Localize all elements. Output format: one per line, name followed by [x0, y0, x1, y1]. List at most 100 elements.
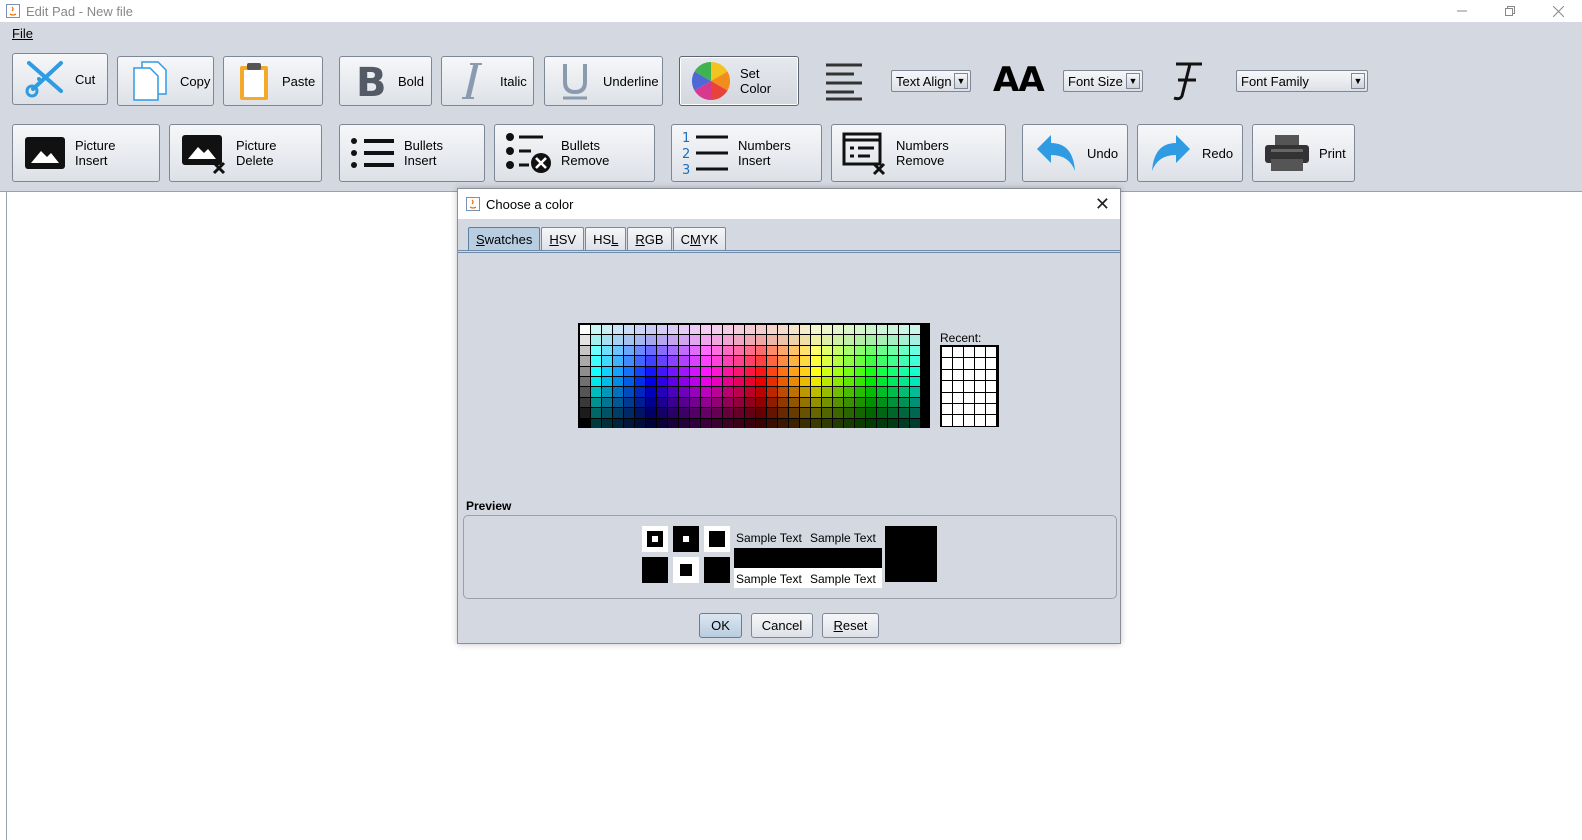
swatch-cell[interactable] [899, 335, 909, 345]
swatch-cell[interactable] [789, 418, 799, 428]
swatch-cell[interactable] [844, 397, 854, 408]
swatch-cell[interactable] [888, 356, 898, 366]
swatch-cell[interactable] [613, 418, 623, 428]
swatch-cell[interactable] [613, 335, 623, 345]
swatch-cell[interactable] [789, 345, 799, 356]
swatch-cell[interactable] [756, 325, 766, 335]
swatch-cell[interactable] [767, 418, 777, 428]
swatch-cell[interactable] [646, 376, 656, 387]
swatch-cell[interactable] [668, 376, 678, 387]
swatch-cell[interactable] [833, 325, 843, 335]
swatch-cell[interactable] [723, 345, 733, 356]
swatch-cell[interactable] [745, 418, 755, 428]
swatch-cell[interactable] [745, 345, 755, 356]
swatch-cell[interactable] [679, 335, 689, 345]
swatch-cell[interactable] [767, 356, 777, 366]
font-family-combo[interactable]: Font Family ▼ [1236, 70, 1368, 92]
swatch-cell[interactable] [668, 366, 678, 376]
swatch-cell[interactable] [723, 408, 733, 418]
swatch-cell[interactable] [910, 376, 920, 387]
tab-rgb[interactable]: R GB [627, 227, 672, 250]
swatch-palette[interactable] [578, 323, 930, 428]
swatch-cell[interactable] [800, 345, 810, 356]
swatch-cell[interactable] [800, 418, 810, 428]
swatch-cell[interactable] [657, 408, 667, 418]
swatch-cell[interactable] [690, 356, 700, 366]
swatch-cell[interactable] [712, 345, 722, 356]
recent-swatch-cell[interactable] [953, 392, 963, 403]
swatch-cell[interactable] [635, 418, 645, 428]
swatch-cell[interactable] [877, 376, 887, 387]
swatch-cell[interactable] [624, 408, 634, 418]
recent-swatch-cell[interactable] [942, 347, 952, 358]
swatch-cell[interactable] [800, 387, 810, 397]
swatch-cell[interactable] [822, 335, 832, 345]
swatch-cell[interactable] [580, 387, 590, 397]
swatch-cell[interactable] [679, 376, 689, 387]
swatch-cell[interactable] [690, 418, 700, 428]
bullets-insert-button[interactable]: Bullets Insert [339, 124, 485, 182]
swatch-cell[interactable] [701, 376, 711, 387]
swatch-cell[interactable] [866, 387, 876, 397]
recent-swatch-cell[interactable] [942, 358, 952, 369]
swatch-cell[interactable] [723, 418, 733, 428]
swatch-cell[interactable] [734, 366, 744, 376]
swatch-cell[interactable] [690, 387, 700, 397]
paste-button[interactable]: Paste [223, 56, 323, 106]
swatch-cell[interactable] [800, 325, 810, 335]
swatch-cell[interactable] [745, 387, 755, 397]
swatch-cell[interactable] [899, 376, 909, 387]
swatch-cell[interactable] [789, 356, 799, 366]
swatch-cell[interactable] [844, 325, 854, 335]
swatch-cell[interactable] [723, 397, 733, 408]
swatch-cell[interactable] [811, 376, 821, 387]
swatch-cell[interactable] [767, 387, 777, 397]
swatch-cell[interactable] [800, 397, 810, 408]
swatch-cell[interactable] [866, 376, 876, 387]
swatch-cell[interactable] [602, 356, 612, 366]
swatch-cell[interactable] [910, 418, 920, 428]
set-color-button[interactable]: Set Color [679, 56, 799, 106]
swatch-cell[interactable] [668, 408, 678, 418]
swatch-cell[interactable] [624, 376, 634, 387]
recent-swatch-cell[interactable] [964, 369, 974, 381]
swatch-cell[interactable] [866, 408, 876, 418]
swatch-cell[interactable] [591, 356, 601, 366]
swatch-cell[interactable] [734, 387, 744, 397]
swatch-cell[interactable] [580, 408, 590, 418]
swatch-cell[interactable] [789, 366, 799, 376]
swatch-cell[interactable] [811, 325, 821, 335]
swatch-cell[interactable] [756, 408, 766, 418]
swatch-cell[interactable] [789, 397, 799, 408]
swatch-cell[interactable] [646, 397, 656, 408]
recent-swatch-cell[interactable] [975, 358, 985, 369]
numbers-remove-button[interactable]: Numbers Remove [831, 124, 1006, 182]
recent-swatch-cell[interactable] [942, 381, 952, 392]
swatch-cell[interactable] [833, 408, 843, 418]
swatch-cell[interactable] [822, 376, 832, 387]
recent-swatch-cell[interactable] [953, 369, 963, 381]
undo-button[interactable]: Undo [1022, 124, 1128, 182]
swatch-cell[interactable] [910, 366, 920, 376]
copy-button[interactable]: Copy [117, 56, 214, 106]
recent-swatch-cell[interactable] [953, 415, 963, 426]
swatch-cell[interactable] [833, 397, 843, 408]
swatch-cell[interactable] [591, 325, 601, 335]
swatch-cell[interactable] [877, 387, 887, 397]
swatch-cell[interactable] [591, 376, 601, 387]
swatch-cell[interactable] [679, 397, 689, 408]
swatch-cell[interactable] [910, 356, 920, 366]
swatch-cell[interactable] [877, 335, 887, 345]
swatch-cell[interactable] [888, 376, 898, 387]
swatch-cell[interactable] [910, 397, 920, 408]
swatch-cell[interactable] [624, 397, 634, 408]
swatch-cell[interactable] [690, 397, 700, 408]
swatch-cell[interactable] [844, 366, 854, 376]
swatch-cell[interactable] [910, 325, 920, 335]
swatch-cell[interactable] [811, 345, 821, 356]
swatch-cell[interactable] [910, 345, 920, 356]
swatch-cell[interactable] [635, 325, 645, 335]
swatch-cell[interactable] [701, 356, 711, 366]
swatch-cell[interactable] [855, 397, 865, 408]
swatch-cell[interactable] [657, 366, 667, 376]
